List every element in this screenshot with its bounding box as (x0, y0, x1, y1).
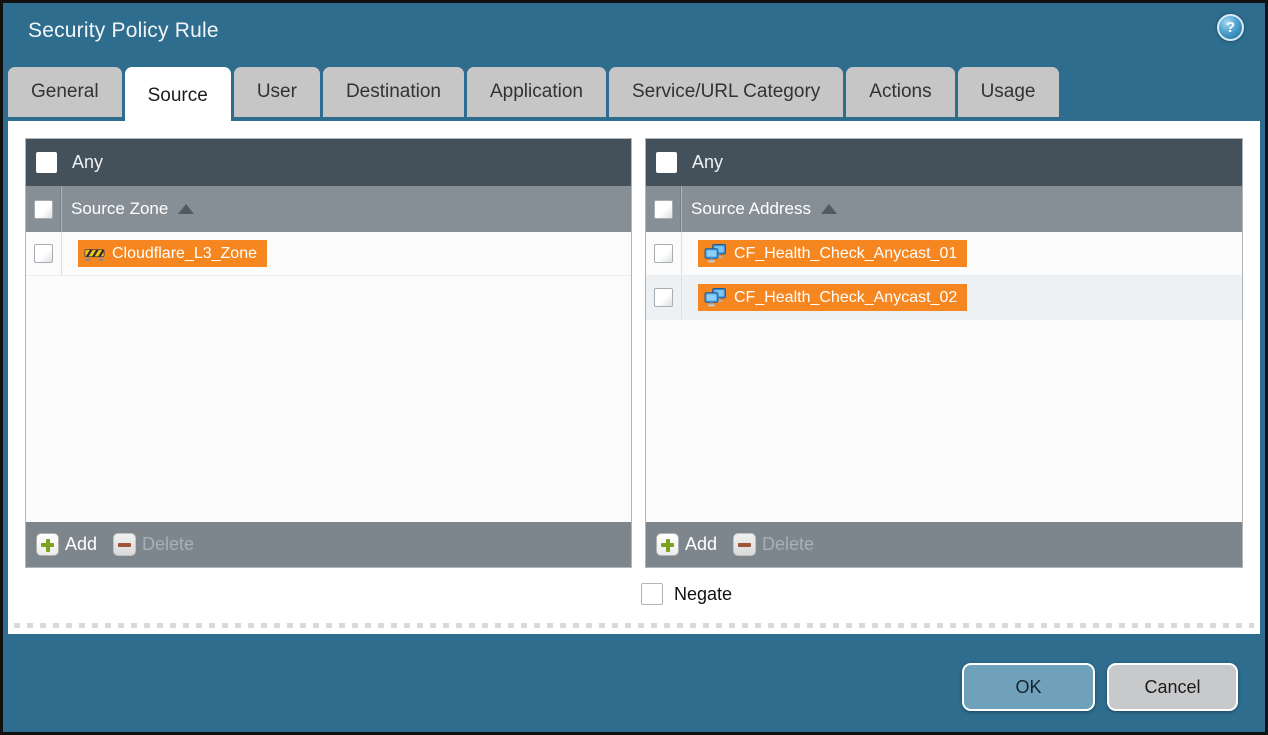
minus-icon (113, 533, 136, 556)
delete-button[interactable]: Delete (733, 533, 814, 556)
address-name: CF_Health_Check_Anycast_02 (734, 287, 957, 308)
zone-icon (84, 246, 105, 262)
minus-icon (733, 533, 756, 556)
select-all-checkbox[interactable] (34, 200, 53, 219)
column-header-label: Source Zone (71, 199, 168, 219)
table-row[interactable]: CF_Health_Check_Anycast_01 (646, 232, 1242, 276)
source-zone-list: Cloudflare_L3_Zone (26, 232, 631, 522)
row-checkbox[interactable] (34, 244, 53, 263)
source-zone-panel: Any Source Zone (25, 138, 632, 568)
address-name: CF_Health_Check_Anycast_01 (734, 243, 957, 264)
delete-label: Delete (762, 534, 814, 555)
table-row[interactable]: Cloudflare_L3_Zone (26, 232, 631, 276)
any-label: Any (692, 152, 723, 173)
resize-grip-strip (14, 623, 1254, 628)
cancel-button[interactable]: Cancel (1107, 663, 1238, 711)
tab-label: General (31, 81, 99, 103)
address-icon (704, 288, 727, 307)
tab[interactable]: User (234, 67, 320, 117)
tab-label: Usage (981, 81, 1036, 103)
row-checkbox[interactable] (654, 244, 673, 263)
zone-chip[interactable]: Cloudflare_L3_Zone (78, 240, 267, 267)
address-chip[interactable]: CF_Health_Check_Anycast_01 (698, 240, 967, 267)
any-checkbox[interactable] (36, 152, 57, 173)
source-zone-column-header[interactable]: Source Zone (26, 186, 631, 232)
source-address-column-header[interactable]: Source Address (646, 186, 1242, 232)
tab[interactable]: Source (125, 67, 231, 125)
dialog-titlebar: Security Policy Rule ? (3, 3, 1265, 65)
tab[interactable]: Application (467, 67, 606, 117)
tab-label: Destination (346, 81, 441, 103)
plus-icon (656, 533, 679, 556)
security-policy-rule-dialog: Security Policy Rule ? General Source Us… (0, 0, 1268, 735)
dialog-title: Security Policy Rule (28, 19, 219, 43)
delete-button[interactable]: Delete (113, 533, 194, 556)
tab-label: Application (490, 81, 583, 103)
negate-checkbox[interactable] (641, 583, 663, 605)
zone-name: Cloudflare_L3_Zone (112, 243, 257, 264)
address-icon (704, 244, 727, 263)
add-button[interactable]: Add (656, 533, 717, 556)
tab[interactable]: Usage (958, 67, 1059, 117)
delete-label: Delete (142, 534, 194, 555)
source-address-toolbar: Add Delete (646, 522, 1242, 567)
negate-row: Negate (641, 583, 732, 605)
dialog-actions: OK Cancel (962, 663, 1238, 711)
column-header-label: Source Address (691, 199, 811, 219)
tab[interactable]: Service/URL Category (609, 67, 843, 117)
any-label: Any (72, 152, 103, 173)
source-zone-any-header: Any (26, 139, 631, 186)
add-label: Add (685, 534, 717, 555)
address-chip[interactable]: CF_Health_Check_Anycast_02 (698, 284, 967, 311)
tab[interactable]: Actions (846, 67, 954, 117)
source-address-panel: Any Source Address (645, 138, 1243, 568)
tab-label: Source (148, 85, 208, 107)
tab-label: Actions (869, 81, 931, 103)
row-checkbox[interactable] (654, 288, 673, 307)
tab-content-source: Any Source Zone (8, 121, 1260, 634)
negate-label: Negate (674, 584, 732, 605)
plus-icon (36, 533, 59, 556)
tab-label: User (257, 81, 297, 103)
source-zone-toolbar: Add Delete (26, 522, 631, 567)
select-all-checkbox[interactable] (654, 200, 673, 219)
source-address-list: CF_Health_Check_Anycast_01 (646, 232, 1242, 522)
sort-ascending-icon (821, 204, 837, 214)
tab[interactable]: Destination (323, 67, 464, 117)
ok-button[interactable]: OK (962, 663, 1095, 711)
table-row[interactable]: CF_Health_Check_Anycast_02 (646, 276, 1242, 320)
tab-label: Service/URL Category (632, 81, 820, 103)
sort-ascending-icon (178, 204, 194, 214)
tab[interactable]: General (8, 67, 122, 117)
tab-bar: General Source User Destination Applicat… (8, 67, 1260, 125)
any-checkbox[interactable] (656, 152, 677, 173)
help-icon[interactable]: ? (1217, 14, 1244, 41)
add-label: Add (65, 534, 97, 555)
source-address-any-header: Any (646, 139, 1242, 186)
add-button[interactable]: Add (36, 533, 97, 556)
